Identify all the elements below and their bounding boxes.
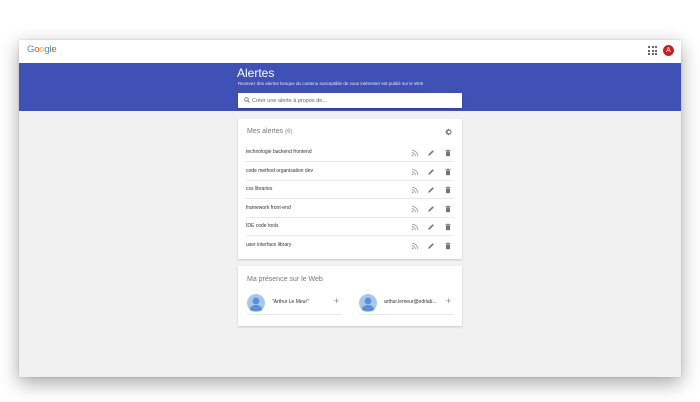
alert-row[interactable]: framework front-end — [246, 200, 454, 218]
search-icon — [244, 97, 250, 103]
add-presence-button[interactable]: + — [334, 297, 339, 306]
delete-icon[interactable] — [444, 168, 452, 176]
add-presence-button[interactable]: + — [446, 297, 451, 306]
page-title: Alertes — [237, 66, 275, 80]
apps-grid-icon[interactable] — [648, 46, 657, 55]
edit-icon[interactable] — [427, 242, 435, 250]
person-name: "Arthur Le Meur" — [272, 299, 309, 305]
delete-icon[interactable] — [444, 205, 452, 213]
create-alert-search[interactable] — [238, 93, 462, 108]
alert-label: technologie backend frontend — [246, 149, 312, 155]
rss-icon[interactable] — [411, 149, 419, 157]
edit-icon[interactable] — [427, 149, 435, 157]
my-alerts-title: Mes alertes (6) — [247, 128, 292, 135]
delete-icon[interactable] — [444, 242, 452, 250]
alert-row[interactable]: code method organisation dev — [246, 163, 454, 181]
person-icon — [249, 297, 263, 311]
alert-row[interactable]: IDE code tools — [246, 218, 454, 236]
avatar — [359, 294, 377, 312]
edit-icon[interactable] — [427, 205, 435, 213]
alert-label: framework front-end — [246, 204, 291, 211]
my-alerts-card: Mes alertes (6) technologie backend fron… — [238, 119, 462, 259]
alert-label: css libraries — [246, 186, 273, 192]
alert-label: code method organisation dev — [246, 167, 313, 174]
alert-row[interactable]: css libraries — [246, 181, 454, 199]
account-avatar[interactable]: A — [663, 45, 674, 56]
delete-icon[interactable] — [444, 149, 452, 157]
rss-icon[interactable] — [411, 242, 419, 250]
page-subtitle: Recevez des alertes lorsque du contenu s… — [238, 81, 424, 86]
browser-window: Google A Alertes Recevez des alertes lor… — [19, 40, 681, 377]
create-alert-input[interactable] — [252, 93, 452, 108]
edit-icon[interactable] — [427, 186, 435, 194]
rss-icon[interactable] — [411, 205, 419, 213]
web-presence-title: Ma présence sur le Web — [247, 276, 323, 283]
delete-icon[interactable] — [444, 186, 452, 194]
google-logo[interactable]: Google — [27, 44, 57, 55]
edit-icon[interactable] — [427, 223, 435, 231]
alerts-count: (6) — [285, 129, 293, 135]
alert-label: user interface library — [246, 241, 292, 248]
person-icon — [361, 297, 375, 311]
alert-label: IDE code tools — [246, 223, 279, 229]
alerts-banner: Alertes Recevez des alertes lorsque du c… — [19, 63, 681, 111]
rss-icon[interactable] — [411, 186, 419, 194]
alert-row[interactable]: user interface library — [246, 237, 454, 255]
delete-icon[interactable] — [444, 223, 452, 231]
web-presence-card: Ma présence sur le Web "Arthur Le Meur" … — [238, 266, 462, 326]
avatar — [247, 294, 265, 312]
rss-icon[interactable] — [411, 223, 419, 231]
edit-icon[interactable] — [427, 168, 435, 176]
presence-person[interactable]: "Arthur Le Meur" + — [247, 292, 342, 315]
top-bar: Google A — [19, 40, 681, 63]
presence-person[interactable]: arthur.lemeur@edrlab... + — [359, 292, 454, 315]
gear-icon[interactable] — [445, 128, 453, 136]
person-name: arthur.lemeur@edrlab... — [384, 299, 437, 305]
alert-row[interactable]: technologie backend frontend — [246, 144, 454, 162]
rss-icon[interactable] — [411, 168, 419, 176]
my-alerts-title-text: Mes alertes — [247, 128, 284, 135]
